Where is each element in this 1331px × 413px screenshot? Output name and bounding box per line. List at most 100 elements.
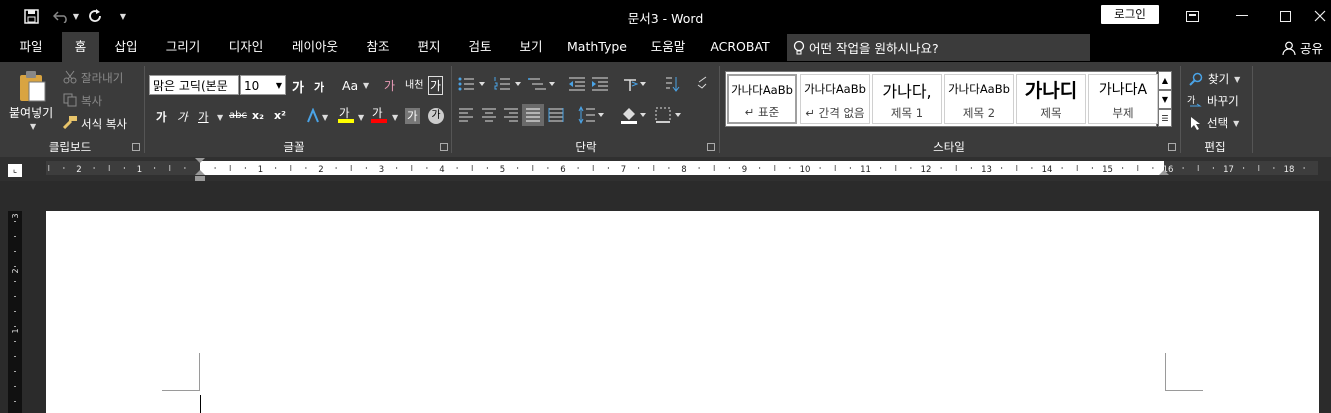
justify-button[interactable] [522,104,544,126]
clipboard-launcher-icon[interactable] [132,143,140,151]
tab-acrobat[interactable]: ACROBAT [706,32,774,62]
ribbon-display-options-icon[interactable] [1183,6,1201,26]
vertical-ruler-tick [14,221,16,222]
first-line-indent-marker-icon[interactable] [195,158,205,182]
tab-selector-icon[interactable]: ⌞ [8,164,22,177]
highlight-button[interactable]: 가 [337,105,355,125]
tab-file[interactable]: 파일 [12,32,50,62]
tab-help[interactable]: 도움말 [643,32,693,62]
right-indent-marker-icon[interactable] [1159,168,1169,176]
subscript-button[interactable]: x₂ [252,109,264,122]
vertical-ruler-tick [14,326,16,327]
tab-mathtype[interactable]: MathType [563,32,631,62]
vertical-ruler-tick [14,266,16,267]
vertical-ruler-tick [14,296,16,297]
phonetic-guide-button[interactable]: 내천 [405,76,423,91]
underline-button[interactable]: 가 [198,109,209,125]
tab-design[interactable]: 디자인 [221,32,271,62]
change-case-button[interactable]: Aa [342,78,358,93]
style-title[interactable]: 가나디 제목 [1016,74,1086,124]
maximize-icon[interactable] [1276,6,1294,26]
tab-home[interactable]: 홈 [62,32,99,62]
gallery-scroll-down-icon[interactable]: ▼ [1158,90,1172,109]
vertical-ruler-number: 3 [11,213,20,218]
multilevel-list-icon[interactable] [528,76,558,92]
replace-icon: 가 [1187,94,1203,108]
paragraph-launcher-icon[interactable] [707,143,715,151]
style-name: ↵ 표준 [744,105,780,119]
character-shading-button[interactable]: 가 [405,108,420,124]
tab-insert[interactable]: 삽입 [107,32,145,62]
enclose-character-button[interactable]: 가 [428,108,444,124]
gallery-more-icon[interactable]: ☰ [1158,109,1172,127]
copy-button[interactable]: 복사 [81,93,102,109]
paste-dropdown-icon[interactable]: ▼ [30,122,36,131]
style-name: 제목 1 [890,106,924,120]
superscript-button[interactable]: x² [274,109,286,122]
font-size-combo[interactable]: 10 ▼ [240,75,286,95]
increase-indent-icon[interactable] [591,76,609,92]
align-left-icon[interactable] [458,108,474,122]
text-effects-dropdown-icon[interactable]: ▼ [322,113,328,122]
borders-icon[interactable] [655,106,683,124]
share-label: 공유 [1299,41,1323,56]
clear-formatting-button[interactable]: 가 [384,77,395,94]
tab-view[interactable]: 보기 [512,32,550,62]
shading-icon[interactable] [620,106,648,124]
style-normal[interactable]: 가나다AaBb ↵ 표준 [727,74,797,124]
bold-button[interactable]: 가 [156,109,167,125]
highlight-dropdown-icon[interactable]: ▼ [358,113,364,122]
bullets-icon[interactable] [458,76,488,92]
line-spacing-icon[interactable] [578,106,606,124]
decrease-indent-icon[interactable] [568,76,586,92]
strikethrough-button[interactable]: abc [229,110,247,121]
style-heading-1[interactable]: 가나다, 제목 1 [872,74,942,124]
tell-me-placeholder: 어떤 작업을 원하시나요? [809,41,939,56]
change-case-dropdown-icon[interactable]: ▼ [363,81,369,90]
underline-dropdown-icon[interactable]: ▼ [217,113,223,122]
tab-layout[interactable]: 레이아웃 [284,32,346,62]
find-button[interactable]: 찾기 ▼ [1189,71,1240,87]
text-direction-icon[interactable] [622,76,648,92]
style-no-spacing[interactable]: 가나다AaBb ↵ 간격 없음 [800,74,870,124]
style-subtitle[interactable]: 가나다A 부제 [1088,74,1158,124]
format-painter-button[interactable]: 서식 복사 [81,116,127,132]
font-name-combo[interactable]: 맑은 고딕(본문 [149,75,239,95]
ruler-number: 1 [137,165,142,175]
login-button[interactable]: 로그인 [1101,5,1159,24]
font-color-button[interactable]: 가 [370,105,388,125]
distributed-icon[interactable] [548,108,564,122]
horizontal-ruler[interactable]: 2 1 1 2 3 4 5 6 7 8 9 10 11 12 13 14 15 16 17 18 [46,161,1318,175]
tab-references[interactable]: 참조 [359,32,397,62]
style-heading-2[interactable]: 가나다AaBb 제목 2 [944,74,1014,124]
sort-icon[interactable] [664,76,680,92]
select-button[interactable]: 선택 ▼ [1190,115,1239,131]
align-right-icon[interactable] [503,108,519,122]
shrink-font-button[interactable]: 가 [314,79,324,95]
minimize-icon[interactable] [1232,6,1252,26]
share-button[interactable]: 공유 [1282,38,1323,57]
close-icon[interactable] [1312,6,1328,26]
clipboard-paste-icon[interactable] [17,70,47,102]
character-border-button[interactable]: 가 [428,76,444,95]
show-hide-marks-icon[interactable] [696,76,708,92]
styles-launcher-icon[interactable] [1168,143,1176,151]
grow-font-button[interactable]: 가 [292,77,304,96]
text-effects-icon[interactable] [306,108,320,124]
font-launcher-icon[interactable] [440,143,448,151]
tab-draw[interactable]: 그리기 [158,32,208,62]
font-color-dropdown-icon[interactable]: ▼ [392,113,398,122]
document-page[interactable] [46,211,1319,413]
numbering-icon[interactable] [494,76,524,92]
italic-button[interactable]: 가 [177,109,188,125]
replace-button[interactable]: 가 바꾸기 [1187,93,1239,109]
cut-button[interactable]: 잘라내기 [81,70,123,86]
align-center-icon[interactable] [481,108,497,122]
tell-me-search[interactable]: 어떤 작업을 원하시나요? [787,34,1090,61]
paste-label[interactable]: 붙여넣기 [9,104,53,121]
vertical-ruler[interactable]: 3 2 1 [8,211,22,413]
gallery-scroll-up-icon[interactable]: ▲ [1158,71,1172,90]
text-cursor [200,395,201,413]
tab-mailings[interactable]: 편지 [410,32,448,62]
tab-review[interactable]: 검토 [461,32,499,62]
